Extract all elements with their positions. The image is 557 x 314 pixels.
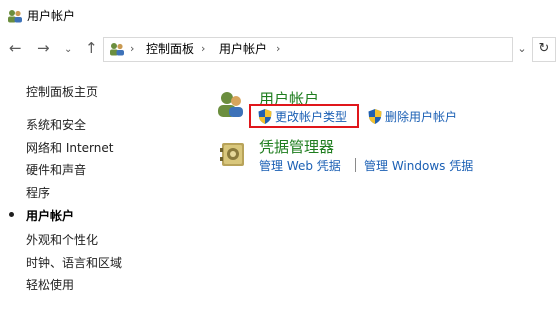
sidebar-item-programs[interactable]: 程序 — [26, 186, 50, 200]
up-arrow-icon[interactable]: ↑ — [85, 40, 98, 56]
refresh-icon[interactable]: ↻ — [532, 37, 556, 62]
sidebar-item-ease-of-access[interactable]: 轻松使用 — [26, 278, 74, 292]
users-icon — [8, 10, 22, 23]
breadcrumb-separator: › — [201, 42, 206, 55]
credential-manager-title[interactable]: 凭据管理器 — [259, 138, 334, 156]
forward-arrow-icon[interactable]: → — [37, 40, 50, 56]
address-bar[interactable]: › 控制面板 › 用户帐户 › — [103, 37, 513, 62]
link-divider — [355, 158, 356, 172]
breadcrumb-control-panel[interactable]: 控制面板 — [146, 42, 194, 56]
sidebar-item-hardware-sound[interactable]: 硬件和声音 — [26, 163, 86, 177]
manage-web-credentials-link[interactable]: 管理 Web 凭据 — [259, 159, 341, 173]
credential-manager-icon — [220, 143, 244, 166]
manage-windows-credentials-link[interactable]: 管理 Windows 凭据 — [364, 159, 473, 173]
breadcrumb-separator: › — [130, 42, 135, 55]
change-account-type-link[interactable]: 更改帐户类型 — [275, 110, 347, 124]
back-arrow-icon[interactable]: ← — [9, 40, 22, 56]
delete-user-account-link[interactable]: 删除用户帐户 — [385, 110, 457, 124]
address-dropdown-icon[interactable]: ⌄ — [515, 38, 529, 59]
control-panel-icon — [110, 43, 124, 56]
breadcrumb-separator: › — [276, 42, 281, 55]
breadcrumb-user-accounts[interactable]: 用户帐户 — [219, 42, 267, 56]
sidebar-item-network-internet[interactable]: 网络和 Internet — [26, 141, 113, 155]
sidebar-item-clock-region[interactable]: 时钟、语言和区域 — [26, 256, 122, 270]
uac-shield-icon — [368, 109, 382, 124]
sidebar-item-user-accounts[interactable]: 用户帐户 — [26, 209, 74, 223]
active-item-bullet-icon — [9, 212, 14, 217]
title-bar: 用户帐户 — [0, 0, 557, 31]
sidebar-item-system-security[interactable]: 系统和安全 — [26, 118, 86, 132]
sidebar-item-appearance[interactable]: 外观和个性化 — [26, 233, 98, 247]
window-title: 用户帐户 — [27, 9, 76, 23]
uac-shield-icon — [258, 109, 272, 124]
recent-locations-chevron-icon[interactable]: ⌄ — [64, 42, 72, 58]
sidebar-item-control-panel-home[interactable]: 控制面板主页 — [26, 85, 98, 99]
user-accounts-icon — [218, 92, 243, 117]
